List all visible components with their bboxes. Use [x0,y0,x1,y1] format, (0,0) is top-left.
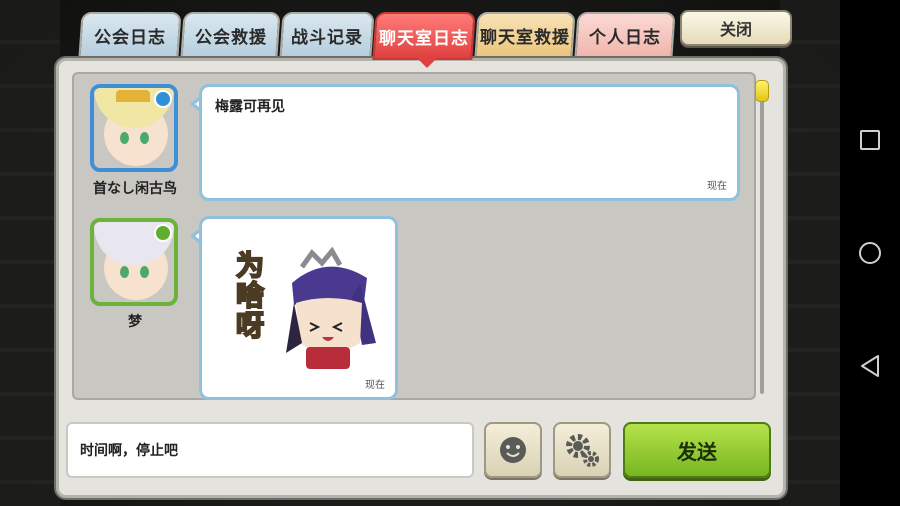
avatar[interactable] [90,218,178,306]
avatar-eye [140,266,149,278]
tab-guild-log[interactable]: 公会日志 [78,12,182,58]
user-name: 梦 [128,314,142,330]
gears-icon [566,434,599,467]
chat-input[interactable]: 时间啊，停止吧 [66,422,474,478]
scrollbar-track[interactable] [760,96,764,394]
avatar[interactable] [90,84,178,172]
avatar-eye [120,132,129,144]
sticker-bubble: 为啥呀 现在 [199,216,398,400]
message-bubble: 梅露可再见 现在 [199,84,740,201]
element-badge-icon [154,90,172,108]
back-button[interactable] [840,336,900,396]
tab-guild-rescue[interactable]: 公会救援 [180,12,281,58]
crown-icon [116,90,150,102]
sticker-character-icon [286,246,376,369]
send-button[interactable]: 发送 [623,422,771,478]
user-name: 首なし闲古鸟 [93,181,177,197]
element-badge-icon [154,224,172,242]
back-triangle-icon [861,355,879,377]
background-pillar [0,0,60,506]
tab-battle-record[interactable]: 战斗记录 [279,12,375,58]
background-pillar [780,0,840,506]
tab-chatroom-log[interactable]: 聊天室日志 [372,12,476,60]
recent-apps-icon [860,130,880,150]
tab-chatroom-rescue[interactable]: 聊天室救援 [474,12,576,58]
smiley-icon [500,437,526,463]
message-time: 现在 [365,380,385,391]
message-text: 梅露可再见 [215,99,285,115]
avatar-eye [120,266,129,278]
close-button[interactable]: 关闭 [680,10,792,46]
home-icon [859,242,881,264]
sticker-caption: 为啥呀 [235,249,265,342]
tab-personal-log[interactable]: 个人日志 [574,12,676,58]
scrollbar-thumb[interactable] [755,80,769,102]
emoji-button[interactable] [484,422,542,478]
settings-button[interactable] [553,422,611,478]
recent-apps-button[interactable] [840,110,900,170]
home-button[interactable] [840,223,900,283]
avatar-eye [140,132,149,144]
active-tab-pointer [417,58,437,68]
message-time: 现在 [707,181,727,192]
system-navigation-bar [840,0,900,506]
